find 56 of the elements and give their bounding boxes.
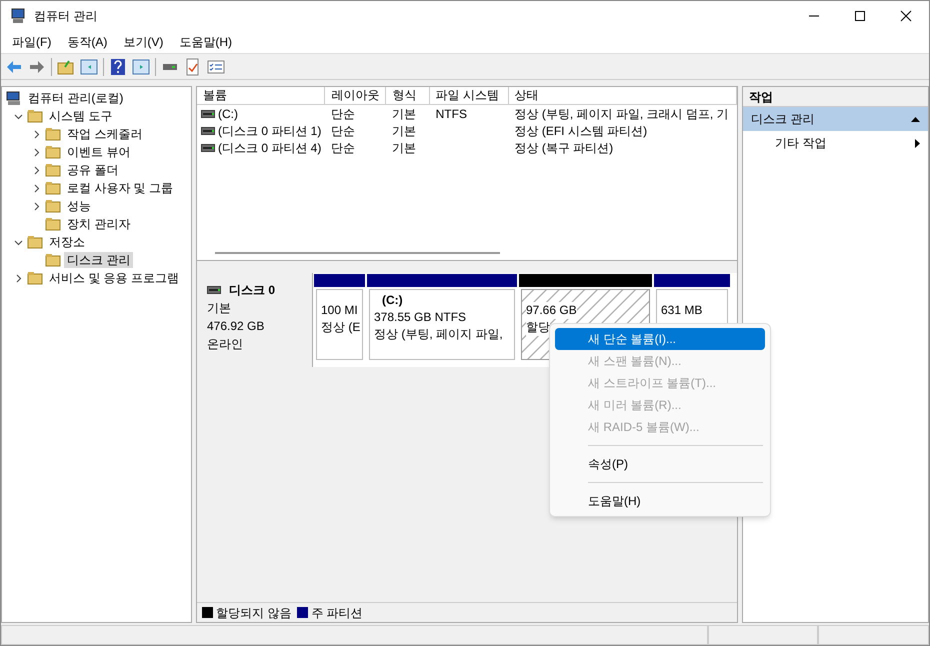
context-menu-item[interactable]: 속성(P) xyxy=(555,453,765,475)
tree-item[interactable]: 공유 폴더 xyxy=(64,162,122,178)
legend-label: 할당되지 않음 xyxy=(216,604,292,622)
table-cell-text: 단순 xyxy=(331,140,356,156)
table-cell-text: 단순 xyxy=(331,122,356,140)
action-item[interactable]: 기타 작업 xyxy=(743,131,928,155)
table-cell-text: 정상 (EFI 시스템 파티션) xyxy=(514,122,648,140)
actions-header: 작업 xyxy=(743,87,928,107)
menu-item[interactable]: 파일(F) xyxy=(5,33,58,51)
partition-block[interactable]: 100 MI 정상 (E xyxy=(314,274,365,362)
partition-text: 정상 (부팅, 페이지 파일, xyxy=(374,326,504,343)
disk-type: 기본 xyxy=(207,300,232,317)
tree-item[interactable]: 컴퓨터 관리(로컬) xyxy=(25,90,126,106)
partition-text: 378.55 GB NTFS xyxy=(374,309,468,326)
table-cell-text: 기본 xyxy=(392,106,416,122)
column-header[interactable]: 형식 xyxy=(386,87,430,104)
disk-name: 디스크 0 xyxy=(229,282,276,299)
menu-item[interactable]: 도움말(H) xyxy=(172,33,239,51)
partition-text: 100 MI xyxy=(321,302,358,319)
partition-text: 97.66 GB xyxy=(526,302,577,319)
partition-text: 정상 (E xyxy=(321,319,358,336)
column-header[interactable]: 파일 시스템 xyxy=(430,87,509,104)
table-cell-text: (디스크 0 파티션 4) xyxy=(218,140,322,156)
window-title: 컴퓨터 관리 xyxy=(34,8,98,25)
table-cell-text: 기본 xyxy=(392,140,416,156)
tree-item[interactable]: 장치 관리자 xyxy=(64,216,134,232)
disk-size: 476.92 GB xyxy=(207,318,266,335)
partition-text: 할당 xyxy=(526,319,550,336)
menu-item[interactable]: 동작(A) xyxy=(60,33,114,51)
table-cell-text: 정상 (복구 파티션) xyxy=(514,140,614,156)
tree-item[interactable]: 서비스 및 응용 프로그램 xyxy=(46,270,182,286)
context-menu-item[interactable]: 새 단순 볼륨(I)... xyxy=(555,328,765,350)
table-cell-text: NTFS xyxy=(436,106,467,122)
partition-text: 631 MB xyxy=(661,302,704,319)
column-header[interactable]: 레이아웃 xyxy=(325,87,386,104)
disk-status: 온라인 xyxy=(207,336,244,353)
column-header[interactable]: 상태 xyxy=(508,87,737,104)
table-cell-text: 단순 xyxy=(331,106,356,122)
tree-item[interactable]: 로컬 사용자 및 그룹 xyxy=(64,180,176,196)
context-menu-item[interactable]: 도움말(H) xyxy=(555,490,765,512)
column-header[interactable]: 볼륨 xyxy=(197,87,326,104)
partition-title: (C:) xyxy=(381,292,404,309)
partition-block[interactable]: (C:) 378.55 GB NTFS 정상 (부팅, 페이지 파일, xyxy=(367,274,517,362)
tree-item[interactable]: 시스템 도구 xyxy=(46,108,116,124)
table-cell-text: 기본 xyxy=(392,122,416,140)
legend-label: 주 파티션 xyxy=(311,604,363,622)
tree-item[interactable]: 성능 xyxy=(64,198,94,214)
actions-section-header[interactable]: 디스크 관리 xyxy=(743,107,928,131)
tree-item[interactable]: 저장소 xyxy=(46,234,88,250)
tree-item[interactable]: 디스크 관리 xyxy=(64,252,134,268)
tree-item[interactable]: 이벤트 뷰어 xyxy=(64,144,134,160)
menu-item[interactable]: 보기(V) xyxy=(116,33,170,51)
tree-item[interactable]: 작업 스케줄러 xyxy=(64,126,146,142)
table-cell-text: (디스크 0 파티션 1) xyxy=(218,122,322,140)
table-cell-text: (C:) xyxy=(218,106,238,122)
table-cell-text: 정상 (부팅, 페이지 파일, 크래시 덤프, 기 xyxy=(514,106,728,122)
